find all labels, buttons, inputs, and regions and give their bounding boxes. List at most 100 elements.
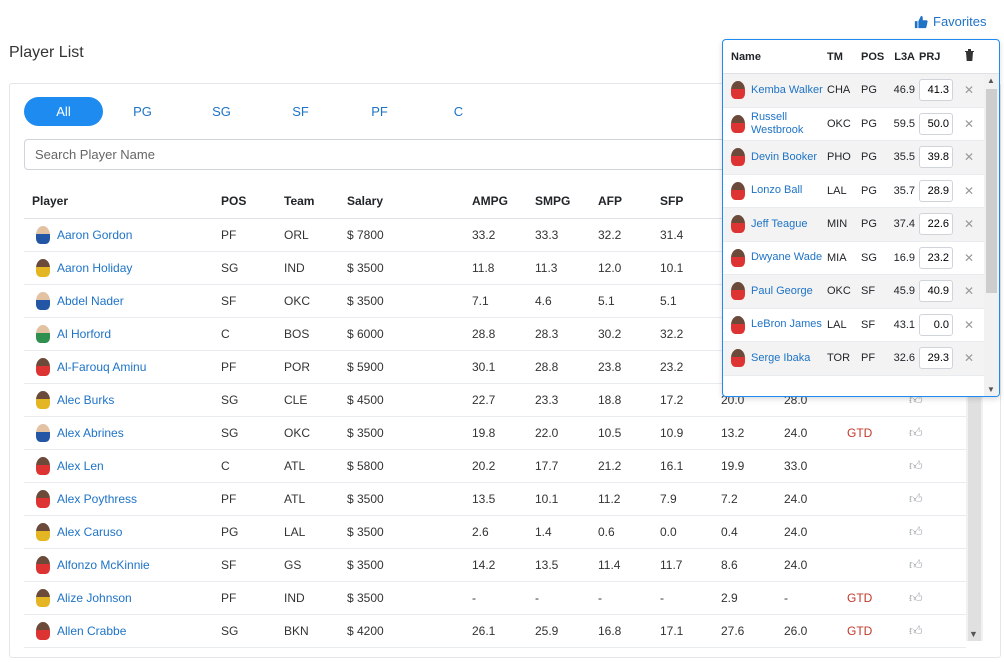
player-name-link[interactable]: Alex Len bbox=[57, 459, 104, 473]
player-name-link[interactable]: Alex Poythress bbox=[57, 492, 137, 506]
remove-icon[interactable]: ✕ bbox=[955, 83, 983, 97]
player-avatar bbox=[36, 621, 50, 640]
projection-input[interactable] bbox=[919, 79, 953, 102]
projection-input[interactable] bbox=[919, 280, 953, 303]
favorite-pos: PG bbox=[861, 218, 877, 231]
thumbs-up-icon[interactable]: 👍︎ bbox=[909, 491, 923, 506]
tab-pg[interactable]: PG bbox=[103, 97, 182, 126]
header-ampg[interactable]: AMPG bbox=[464, 185, 527, 219]
player-cell: Allen Crabbe bbox=[24, 614, 213, 648]
remove-icon[interactable]: ✕ bbox=[955, 150, 983, 164]
tab-pf[interactable]: PF bbox=[340, 97, 419, 126]
team-cell: GS bbox=[276, 548, 339, 582]
favorite-team: LAL bbox=[827, 184, 847, 197]
favorite-player-link[interactable]: Devin Booker bbox=[751, 151, 817, 164]
favorite-player-link[interactable]: Serge Ibaka bbox=[751, 352, 810, 365]
projection-input[interactable] bbox=[919, 179, 953, 202]
col10-cell: 24.0 bbox=[776, 515, 839, 549]
tab-sf[interactable]: SF bbox=[261, 97, 340, 126]
pos-cell: SG bbox=[213, 416, 276, 450]
scroll-down-icon[interactable]: ▼ bbox=[969, 629, 978, 639]
pos-cell: PG bbox=[213, 515, 276, 549]
ampg-cell: - bbox=[464, 581, 527, 615]
player-name-link[interactable]: Abdel Nader bbox=[57, 294, 124, 308]
scroll-up-icon[interactable]: ▲ bbox=[987, 76, 995, 85]
header-afp[interactable]: AFP bbox=[590, 185, 652, 219]
thumbs-up-icon[interactable]: 👍︎ bbox=[909, 623, 923, 638]
favorites-scrollbar-thumb[interactable] bbox=[986, 89, 997, 293]
thumbs-up-icon[interactable]: 👍︎ bbox=[909, 557, 923, 572]
player-cell: Al-Farouq Aminu bbox=[24, 350, 213, 384]
favorite-player-link[interactable]: Lonzo Ball bbox=[751, 184, 802, 197]
player-name-link[interactable]: Allen Crabbe bbox=[57, 624, 126, 638]
smpg-cell: 22.0 bbox=[527, 416, 590, 450]
player-name-link[interactable]: Aaron Gordon bbox=[57, 228, 132, 242]
thumbs-up-icon bbox=[914, 15, 928, 28]
thumbs-up-icon[interactable]: 👍︎ bbox=[909, 590, 923, 605]
pos-cell: SF bbox=[213, 284, 276, 318]
favorite-player-link[interactable]: Kemba Walker bbox=[751, 84, 823, 97]
header-salary[interactable]: Salary bbox=[339, 185, 464, 219]
player-avatar bbox=[36, 555, 50, 574]
team-cell: IND bbox=[276, 251, 339, 285]
salary-cell: $ 3500 bbox=[339, 251, 464, 285]
player-name-link[interactable]: Al Horford bbox=[57, 327, 111, 341]
player-name-link[interactable]: Alex Abrines bbox=[57, 426, 124, 440]
remove-icon[interactable]: ✕ bbox=[955, 251, 983, 265]
favorite-team: OKC bbox=[827, 117, 851, 130]
header-player[interactable]: Player bbox=[24, 185, 213, 219]
header-sfp[interactable]: SFP bbox=[652, 185, 713, 219]
player-name-link[interactable]: Al-Farouq Aminu bbox=[57, 360, 146, 374]
status-cell bbox=[839, 449, 901, 483]
favorite-player-link[interactable]: Dwyane Wade bbox=[751, 251, 822, 264]
trash-icon[interactable] bbox=[955, 49, 983, 64]
projection-input[interactable] bbox=[919, 213, 953, 236]
player-name-link[interactable]: Alize Johnson bbox=[57, 591, 132, 605]
page-title: Player List bbox=[9, 44, 84, 61]
ampg-cell: 13.5 bbox=[464, 482, 527, 516]
sfp-cell: 31.4 bbox=[652, 218, 713, 252]
thumbs-up-icon[interactable]: 👍︎ bbox=[909, 458, 923, 473]
favorite-player-link[interactable]: LeBron James bbox=[751, 318, 822, 331]
remove-icon[interactable]: ✕ bbox=[955, 351, 983, 365]
team-cell: IND bbox=[276, 581, 339, 615]
remove-icon[interactable]: ✕ bbox=[955, 184, 983, 198]
sfp-cell: 0.0 bbox=[652, 515, 713, 549]
remove-icon[interactable]: ✕ bbox=[955, 318, 983, 332]
favorite-player-link[interactable]: Russell Westbrook bbox=[751, 111, 823, 137]
favorite-player-link[interactable]: Paul George bbox=[751, 285, 813, 298]
remove-icon[interactable]: ✕ bbox=[955, 117, 983, 131]
thumbs-up-icon[interactable]: 👍︎ bbox=[909, 524, 923, 539]
smpg-cell: 17.7 bbox=[527, 449, 590, 483]
search-input[interactable] bbox=[24, 139, 784, 170]
remove-icon[interactable]: ✕ bbox=[955, 217, 983, 231]
favorites-link[interactable]: Favorites bbox=[914, 14, 986, 29]
player-avatar bbox=[731, 248, 745, 267]
tab-sg[interactable]: SG bbox=[182, 97, 261, 126]
header-pos[interactable]: POS bbox=[213, 185, 276, 219]
header-smpg[interactable]: SMPG bbox=[527, 185, 590, 219]
remove-icon[interactable]: ✕ bbox=[955, 284, 983, 298]
salary-cell: $ 7800 bbox=[339, 218, 464, 252]
player-name-link[interactable]: Alec Burks bbox=[57, 393, 114, 407]
col10-cell: 26.0 bbox=[776, 614, 839, 648]
player-name-link[interactable]: Aaron Holiday bbox=[57, 261, 132, 275]
header-team[interactable]: Team bbox=[276, 185, 339, 219]
projection-input[interactable] bbox=[919, 146, 953, 169]
tab-all[interactable]: All bbox=[24, 97, 103, 126]
projection-input[interactable] bbox=[919, 112, 953, 135]
favorites-scrollbar[interactable]: ▲ ▼ bbox=[984, 74, 999, 396]
projection-input[interactable] bbox=[919, 246, 953, 269]
player-name-link[interactable]: Alfonzo McKinnie bbox=[57, 558, 150, 572]
player-cell: Alec Burks bbox=[24, 383, 213, 417]
projection-input[interactable] bbox=[919, 347, 953, 370]
projection-input[interactable] bbox=[919, 313, 953, 336]
tab-c[interactable]: C bbox=[419, 97, 498, 126]
fav-header-pos: POS bbox=[861, 50, 885, 63]
thumbs-up-icon[interactable]: 👍︎ bbox=[909, 425, 923, 440]
favorite-player-link[interactable]: Jeff Teague bbox=[751, 218, 807, 231]
scroll-down-icon[interactable]: ▼ bbox=[987, 385, 995, 394]
col9-cell: 8.6 bbox=[713, 548, 776, 582]
favorite-row: Paul George OKC SF 45.9 ✕ bbox=[723, 275, 984, 309]
player-name-link[interactable]: Alex Caruso bbox=[57, 525, 122, 539]
